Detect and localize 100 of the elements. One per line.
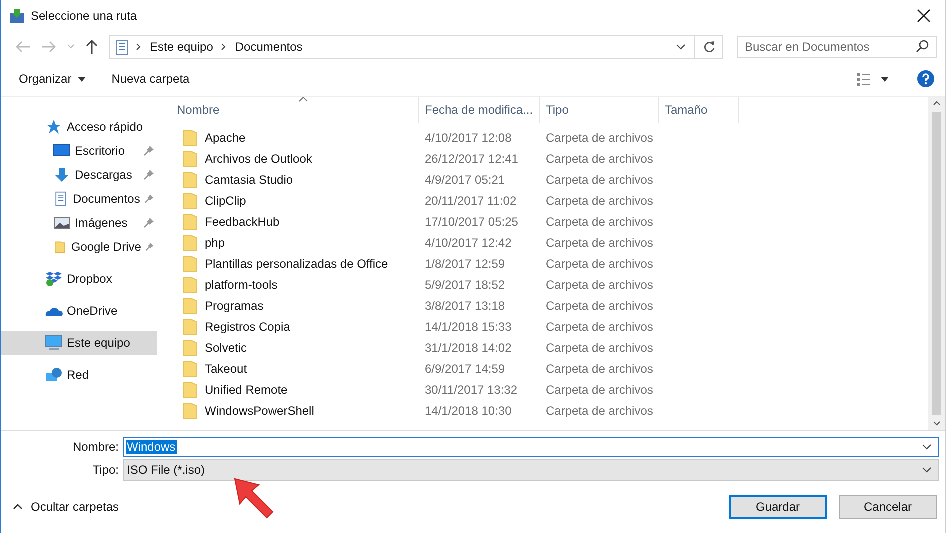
sidebar-item[interactable]: Red: [1, 363, 157, 387]
selected-text: Windows: [126, 440, 177, 454]
sidebar-item[interactable]: Descargas: [1, 163, 157, 187]
help-icon[interactable]: [917, 70, 935, 88]
type-cell: Carpeta de archivos: [546, 130, 654, 144]
folder-icon: [183, 150, 197, 166]
app-icon: [9, 8, 25, 24]
pin-icon[interactable]: [144, 193, 155, 205]
address-bar[interactable]: Este equipo Documentos: [109, 35, 723, 59]
sort-caret-icon: [299, 97, 308, 102]
sidebar-item[interactable]: Imágenes: [1, 211, 157, 235]
file-name[interactable]: ClipClip: [205, 194, 246, 208]
down-arrow-icon: [53, 167, 71, 183]
folder-icon: [183, 360, 197, 376]
date-cell: 4/10/2017 12:08: [425, 130, 512, 144]
scroll-up-icon[interactable]: [932, 101, 940, 106]
filename-field[interactable]: Windows: [123, 437, 939, 457]
date-cell: 5/9/2017 18:52: [425, 278, 506, 292]
pin-icon[interactable]: [143, 217, 155, 229]
window-title: Seleccione una ruta: [31, 9, 138, 23]
type-cell: Carpeta de archivos: [546, 172, 654, 186]
file-name[interactable]: Archivos de Outlook: [205, 152, 312, 166]
close-icon[interactable]: [917, 9, 931, 23]
sidebar-item[interactable]: Dropbox: [1, 267, 157, 291]
file-name[interactable]: Solvetic: [205, 340, 248, 354]
hide-folders-button[interactable]: Ocultar carpetas: [13, 500, 120, 514]
folder-icon: [183, 402, 197, 418]
breadcrumb[interactable]: Este equipo: [150, 40, 214, 54]
type-cell: Carpeta de archivos: [546, 236, 654, 250]
type-cell: Carpeta de archivos: [546, 278, 654, 292]
picture-frame-icon: [53, 215, 71, 231]
pin-icon[interactable]: [143, 169, 155, 181]
file-name[interactable]: Registros Copia: [205, 320, 290, 334]
date-cell: 1/8/2017 12:59: [425, 256, 506, 270]
file-name[interactable]: Plantillas personalizadas de Office: [205, 256, 388, 270]
pin-icon[interactable]: [145, 241, 155, 253]
chevron-down-icon[interactable]: [922, 444, 932, 450]
new-folder-button[interactable]: Nueva carpeta: [104, 68, 198, 90]
type-cell: Carpeta de archivos: [546, 256, 654, 270]
cancel-button[interactable]: Cancelar: [839, 495, 937, 519]
file-name[interactable]: Programas: [205, 298, 264, 312]
file-type-dropdown[interactable]: ISO File (*.iso): [123, 459, 939, 481]
file-name[interactable]: Apache: [205, 130, 246, 144]
file-name[interactable]: FeedbackHub: [205, 214, 280, 228]
up-arrow-icon[interactable]: [85, 39, 99, 55]
folder-icon: [183, 318, 197, 334]
sidebar-item[interactable]: Este equipo: [1, 331, 157, 355]
date-cell: 30/11/2017 13:32: [425, 382, 518, 396]
sidebar-item[interactable]: Google Drive: [1, 235, 157, 259]
chevron-down-icon[interactable]: [676, 44, 686, 50]
date-cell: 17/10/2017 05:25: [425, 214, 518, 228]
scroll-down-icon[interactable]: [932, 421, 940, 426]
date-cell: 4/9/2017 05:21: [425, 172, 506, 186]
folder-icon: [183, 130, 197, 146]
file-name[interactable]: Unified Remote: [205, 382, 288, 396]
document-icon: [53, 191, 69, 207]
computer-icon: [45, 335, 63, 351]
file-name[interactable]: php: [205, 236, 226, 250]
file-name[interactable]: Camtasia Studio: [205, 172, 294, 186]
file-name[interactable]: platform-tools: [205, 278, 278, 292]
folder-icon: [183, 298, 197, 314]
sidebar-item[interactable]: Documentos: [1, 187, 157, 211]
sidebar-item[interactable]: OneDrive: [1, 299, 157, 323]
type-cell: Carpeta de archivos: [546, 298, 654, 312]
chevron-right-icon: [221, 43, 228, 51]
sidebar-item[interactable]: Acceso rápido: [1, 115, 157, 139]
save-button[interactable]: Guardar: [729, 495, 827, 519]
folder-icon: [183, 340, 197, 356]
pin-icon[interactable]: [143, 145, 155, 157]
dropbox-icon: [45, 271, 63, 287]
type-cell: Carpeta de archivos: [546, 382, 654, 396]
column-header[interactable]: Tamaño: [659, 97, 739, 123]
file-name[interactable]: Takeout: [205, 362, 248, 376]
column-header[interactable]: Fecha de modifica...: [419, 97, 540, 123]
type-cell: Carpeta de archivos: [546, 152, 654, 166]
scrollbar[interactable]: [928, 97, 945, 430]
organize-button[interactable]: Organizar: [11, 68, 94, 90]
sidebar-item[interactable]: Escritorio: [1, 139, 157, 163]
file-name[interactable]: WindowsPowerShell: [205, 404, 314, 418]
column-header[interactable]: Tipo: [540, 97, 659, 123]
folder-icon: [183, 382, 197, 398]
column-header[interactable]: Nombre: [157, 97, 419, 123]
refresh-icon[interactable]: [703, 40, 716, 54]
type-cell: Carpeta de archivos: [546, 320, 654, 334]
date-cell: 3/8/2017 13:18: [425, 298, 506, 312]
chevron-up-icon: [13, 504, 23, 510]
folder-icon: [53, 239, 68, 255]
folder-icon: [183, 276, 197, 292]
breadcrumb[interactable]: Documentos: [235, 40, 303, 54]
search-field[interactable]: Buscar en Documentos: [737, 36, 937, 58]
search-icon: [916, 40, 929, 53]
date-cell: 6/9/2017 14:59: [425, 362, 506, 376]
chevron-down-icon[interactable]: [922, 466, 932, 474]
type-cell: Carpeta de archivos: [546, 340, 654, 354]
date-cell: 31/1/2018 14:02: [425, 340, 512, 354]
view-options-icon[interactable]: [857, 72, 891, 86]
network-icon: [45, 367, 63, 383]
date-cell: 4/10/2017 12:42: [425, 236, 512, 250]
folder-icon: [183, 192, 197, 208]
scrollbar-thumb[interactable]: [932, 112, 941, 415]
